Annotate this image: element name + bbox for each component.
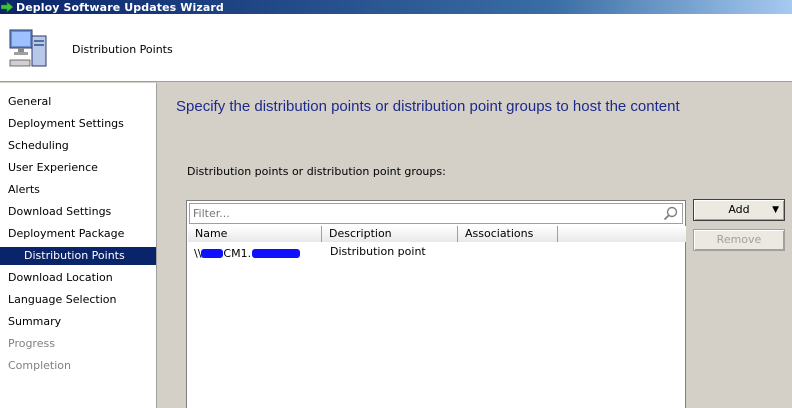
column-header-filler	[558, 226, 686, 242]
sidebar-item-alerts[interactable]: Alerts	[0, 179, 156, 201]
name-mid: CM1.	[223, 246, 252, 260]
cell-description: Distribution point	[330, 245, 426, 258]
sidebar-item-deployment-package[interactable]: Deployment Package	[0, 223, 156, 245]
sidebar-item-progress: Progress	[8, 337, 55, 350]
filter-box[interactable]	[189, 203, 683, 224]
sidebar-item-download-settings[interactable]: Download Settings	[0, 201, 156, 223]
sidebar-item-language-selection[interactable]: Language Selection	[0, 289, 156, 311]
remove-button[interactable]: Remove	[693, 229, 785, 251]
column-header-description[interactable]: Description	[322, 226, 458, 242]
table-row[interactable]: \\ CM1. Distribution point	[194, 245, 464, 261]
dropdown-arrow-icon: ▼	[772, 205, 779, 215]
sidebar-item-scheduling[interactable]: Scheduling	[0, 135, 156, 157]
sidebar-item-user-experience[interactable]: User Experience	[0, 157, 156, 179]
title-bar: Deploy Software Updates Wizard	[0, 0, 792, 14]
list-label: Distribution points or distribution poin…	[187, 165, 446, 178]
sidebar-item-summary[interactable]: Summary	[0, 311, 156, 333]
page-title: Distribution Points	[72, 43, 173, 56]
computer-icon	[9, 29, 47, 67]
search-icon[interactable]	[663, 206, 679, 222]
add-button-label: Add	[728, 203, 750, 216]
redaction-mark	[252, 248, 301, 258]
sidebar-item-distribution-points[interactable]: Distribution Points	[0, 247, 156, 265]
redaction-mark	[201, 248, 224, 258]
sidebar-item-completion: Completion	[8, 359, 72, 372]
wizard-header: Distribution Points	[0, 14, 792, 82]
distribution-points-list[interactable]: Name Description Associations \\ CM1. Di…	[186, 200, 686, 408]
column-headers: Name Description Associations	[188, 226, 686, 242]
sidebar-item-deployment-settings[interactable]: Deployment Settings	[0, 113, 156, 135]
filter-input[interactable]	[190, 204, 650, 223]
wizard-steps-sidebar: General Deployment Settings Scheduling U…	[0, 83, 157, 408]
add-button[interactable]: Add ▼	[693, 199, 785, 221]
sidebar-item-download-location[interactable]: Download Location	[0, 267, 156, 289]
window-title: Deploy Software Updates Wizard	[16, 0, 224, 14]
green-arrow-icon	[1, 1, 13, 13]
page-heading: Specify the distribution points or distr…	[176, 98, 680, 115]
main-panel: Specify the distribution points or distr…	[158, 83, 792, 408]
column-header-name[interactable]: Name	[188, 226, 322, 242]
column-header-associations[interactable]: Associations	[458, 226, 558, 242]
sidebar-item-general[interactable]: General	[0, 91, 156, 113]
name-prefix: \\	[194, 246, 202, 260]
cell-name: \\ CM1.	[194, 245, 328, 261]
